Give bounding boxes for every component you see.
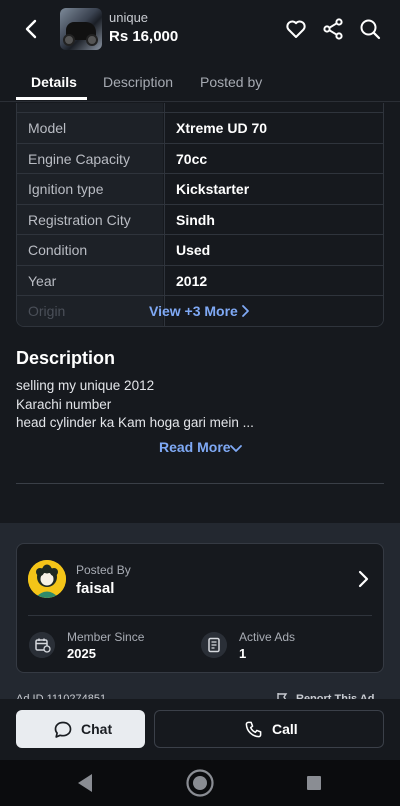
back-arrow-icon[interactable] [20,17,44,41]
listing-price: Rs 16,000 [109,28,179,45]
call-button-label: Call [272,721,298,737]
detail-key: Year [17,266,163,296]
avatar-illustration [28,560,66,598]
table-row: Condition Used [17,234,383,265]
detail-key: Model [17,113,163,143]
tab-posted-by[interactable]: Posted by [200,74,262,90]
listing-title: unique [109,10,149,25]
table-row [17,103,383,112]
read-more-link[interactable]: Read More [159,439,231,455]
detail-value: Sindh [164,205,383,235]
section-divider [16,483,384,484]
description-line: Karachi number [16,397,112,412]
detail-value: Used [164,235,383,265]
nav-recents-icon[interactable] [306,775,322,791]
share-icon[interactable] [321,17,345,41]
posted-by-label: Posted By [76,563,131,577]
table-row: Model Xtreme UD 70 [17,112,383,143]
detail-key: Ignition type [17,174,163,204]
chat-button-label: Chat [81,721,113,737]
detail-value: 70cc [164,144,383,174]
table-row: Registration City Sindh [17,204,383,235]
member-since-value: 2025 [67,646,96,661]
details-table: Model Xtreme UD 70 Engine Capacity 70cc … [16,103,384,327]
chevron-right-icon[interactable] [355,570,371,588]
nav-home-icon[interactable] [185,768,215,798]
calendar-icon [29,632,55,658]
tab-details[interactable]: Details [31,74,77,90]
system-navigation-bar [0,760,400,806]
detail-key: Registration City [17,205,163,235]
chevron-down-icon[interactable] [229,441,243,455]
top-app-bar: unique Rs 16,000 [0,0,400,60]
ads-icon [201,632,227,658]
member-since-label: Member Since [67,630,145,644]
detail-value: Xtreme UD 70 [164,113,383,143]
search-icon[interactable] [358,17,382,41]
description-line: selling my unique 2012 [16,378,155,393]
detail-value: Kickstarter [164,174,383,204]
avatar [28,560,66,598]
description-line: head cylinder ka Kam hoga gari mein ... [16,415,254,430]
phone-icon [245,721,262,738]
detail-key: Origin [17,296,163,326]
active-ads-label: Active Ads [239,630,296,644]
table-row: Ignition type Kickstarter [17,173,383,204]
chevron-right-icon[interactable] [238,304,252,318]
active-tab-indicator [16,97,87,100]
listing-thumbnail[interactable] [60,8,102,50]
detail-key: Engine Capacity [17,144,163,174]
tab-description[interactable]: Description [103,74,173,90]
description-heading: Description [16,348,116,368]
view-more-link[interactable]: View +3 More [149,303,238,319]
call-button[interactable] [154,710,384,748]
detail-value: 2012 [164,266,383,296]
nav-back-icon[interactable] [76,773,94,793]
table-row: Year 2012 [17,265,383,296]
active-ads-value: 1 [239,646,247,661]
section-tabs: Details Description Posted by [0,62,400,102]
detail-key: Condition [17,235,163,265]
chat-bubble-icon [54,721,72,738]
card-divider [28,615,372,616]
table-row: Engine Capacity 70cc [17,143,383,174]
heart-icon[interactable] [284,17,308,41]
seller-name: faisal [76,580,115,597]
